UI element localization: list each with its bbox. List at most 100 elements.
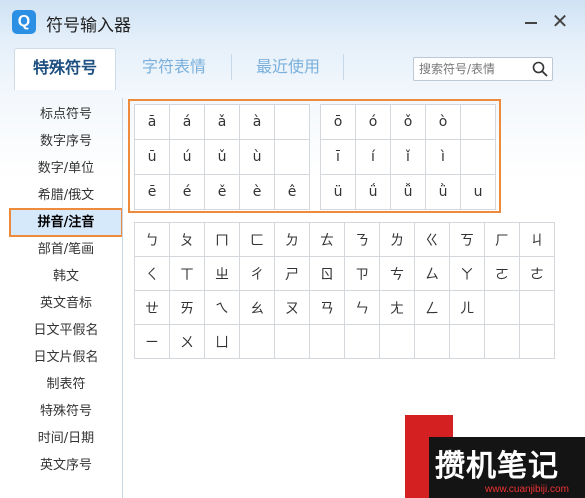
symbol-cell[interactable]: ㄊ	[309, 222, 345, 257]
symbol-cell[interactable]: ㄔ	[239, 256, 275, 291]
symbol-cell[interactable]	[309, 324, 345, 359]
symbol-cell[interactable]: ㄋ	[344, 222, 380, 257]
search-icon[interactable]	[531, 60, 549, 78]
symbol-cell[interactable]: ㄕ	[274, 256, 310, 291]
symbol-cell[interactable]: ㄆ	[169, 222, 205, 257]
symbol-cell[interactable]	[274, 104, 310, 140]
symbol-cell[interactable]: ū	[134, 139, 170, 175]
symbol-cell[interactable]: ㄎ	[449, 222, 485, 257]
symbol-cell[interactable]: ㄉ	[274, 222, 310, 257]
sidebar-item[interactable]: 标点符号	[10, 101, 122, 128]
symbol-cell[interactable]: ㄩ	[204, 324, 240, 359]
sidebar-item[interactable]: 时间/日期	[10, 425, 122, 452]
symbol-cell[interactable]: ㄨ	[169, 324, 205, 359]
sidebar-item[interactable]: 数字/单位	[10, 155, 122, 182]
sidebar-item[interactable]: 英文序号	[10, 452, 122, 479]
symbol-cell[interactable]: ㄛ	[484, 256, 520, 291]
symbol-cell[interactable]: ú	[169, 139, 205, 175]
symbol-cell[interactable]: ㄇ	[204, 222, 240, 257]
symbol-cell[interactable]	[239, 324, 275, 359]
symbol-cell[interactable]: á	[169, 104, 205, 140]
symbol-cell[interactable]: ü	[320, 174, 356, 210]
symbol-cell[interactable]: ㄒ	[169, 256, 205, 291]
symbol-cell[interactable]: ǔ	[204, 139, 240, 175]
symbol-cell[interactable]: ㄤ	[379, 290, 415, 325]
symbol-cell[interactable]	[519, 290, 555, 325]
symbol-cell[interactable]: ㄅ	[134, 222, 170, 257]
symbol-cell[interactable]	[484, 324, 520, 359]
minimize-icon[interactable]	[520, 10, 542, 32]
symbol-cell[interactable]: ī	[320, 139, 356, 175]
symbol-cell[interactable]: ㄘ	[379, 256, 415, 291]
close-icon[interactable]: ✕	[549, 10, 571, 32]
symbol-cell[interactable]: é	[169, 174, 205, 210]
symbol-cell[interactable]: ㄡ	[274, 290, 310, 325]
symbol-cell[interactable]: u	[460, 174, 496, 210]
symbol-cell[interactable]: ǜ	[425, 174, 461, 210]
symbol-cell[interactable]: ā	[134, 104, 170, 140]
symbol-cell[interactable]: ō	[320, 104, 356, 140]
sidebar-item[interactable]: 特殊符号	[10, 398, 122, 425]
symbol-cell[interactable]: ǚ	[390, 174, 426, 210]
symbol-cell[interactable]: ㄚ	[449, 256, 485, 291]
symbol-cell[interactable]: ㄥ	[414, 290, 450, 325]
symbol-cell[interactable]: í	[355, 139, 391, 175]
symbol-cell[interactable]: ㄟ	[204, 290, 240, 325]
sidebar-item[interactable]: 日文平假名	[10, 317, 122, 344]
symbol-cell[interactable]: ê	[274, 174, 310, 210]
sidebar-item[interactable]: 英文音标	[10, 290, 122, 317]
symbol-cell[interactable]: ㄙ	[414, 256, 450, 291]
symbol-cell[interactable]: ì	[425, 139, 461, 175]
symbol-cell[interactable]: ǘ	[355, 174, 391, 210]
symbol-cell[interactable]: ě	[204, 174, 240, 210]
symbol-cell[interactable]: ㄌ	[379, 222, 415, 257]
sidebar-item[interactable]: 制表符	[10, 371, 122, 398]
symbol-cell[interactable]: ㄢ	[309, 290, 345, 325]
symbol-cell[interactable]: ǒ	[390, 104, 426, 140]
symbol-cell[interactable]: ㄖ	[309, 256, 345, 291]
tab-special-symbols[interactable]: 特殊符号	[14, 48, 116, 90]
symbol-cell[interactable]: ㄈ	[239, 222, 275, 257]
tab-recent[interactable]: 最近使用	[240, 48, 336, 90]
tab-emoticons[interactable]: 字符表情	[126, 48, 222, 90]
sidebar-item[interactable]: 数字序号	[10, 128, 122, 155]
symbol-cell[interactable]: ㄗ	[344, 256, 380, 291]
symbol-cell[interactable]	[519, 324, 555, 359]
symbol-cell[interactable]	[460, 104, 496, 140]
symbol-cell[interactable]: ē	[134, 174, 170, 210]
symbol-cell[interactable]	[484, 290, 520, 325]
sidebar-item[interactable]: 韩文	[10, 263, 122, 290]
symbol-cell[interactable]: ó	[355, 104, 391, 140]
symbol-cell[interactable]: ㄑ	[134, 256, 170, 291]
sidebar-item[interactable]: 希腊/俄文	[10, 182, 122, 209]
symbol-cell[interactable]	[344, 324, 380, 359]
symbol-cell[interactable]: ㄣ	[344, 290, 380, 325]
symbol-cell[interactable]	[460, 139, 496, 175]
symbol-cell[interactable]: ò	[425, 104, 461, 140]
sidebar-item[interactable]: 部首/笔画	[10, 236, 122, 263]
symbol-cell[interactable]: ㄏ	[484, 222, 520, 257]
search-input[interactable]	[414, 58, 526, 80]
sidebar-item[interactable]: 拼音/注音	[9, 208, 123, 237]
symbol-cell[interactable]	[449, 324, 485, 359]
symbol-cell[interactable]	[379, 324, 415, 359]
symbol-cell[interactable]: ㄦ	[449, 290, 485, 325]
symbol-cell[interactable]: à	[239, 104, 275, 140]
symbol-cell[interactable]: ㄓ	[204, 256, 240, 291]
symbol-cell[interactable]: ㄝ	[134, 290, 170, 325]
symbol-cell[interactable]: ㄍ	[414, 222, 450, 257]
symbol-cell[interactable]: ㄜ	[519, 256, 555, 291]
symbol-cell[interactable]: ǐ	[390, 139, 426, 175]
sidebar-item[interactable]: 日文片假名	[10, 344, 122, 371]
symbol-cell[interactable]: è	[239, 174, 275, 210]
symbol-cell[interactable]: ㄧ	[134, 324, 170, 359]
symbol-cell[interactable]: ㄠ	[239, 290, 275, 325]
symbol-cell[interactable]	[274, 139, 310, 175]
symbol-cell[interactable]: ǎ	[204, 104, 240, 140]
symbol-cell[interactable]: ù	[239, 139, 275, 175]
watermark-logo: 攒机笔记 www.cuanjibiji.com	[405, 415, 585, 498]
symbol-cell[interactable]: ㄐ	[519, 222, 555, 257]
symbol-cell[interactable]	[274, 324, 310, 359]
symbol-cell[interactable]	[414, 324, 450, 359]
symbol-cell[interactable]: ㄞ	[169, 290, 205, 325]
